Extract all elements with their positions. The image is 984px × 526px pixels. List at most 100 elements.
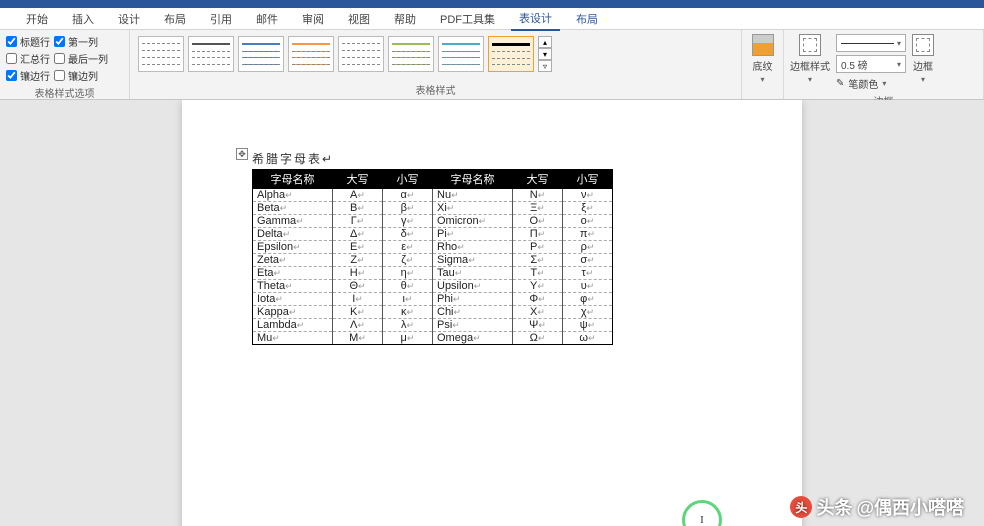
- table-cell[interactable]: π↵: [563, 228, 613, 241]
- border-line-style[interactable]: ▾: [836, 34, 906, 52]
- pen-color[interactable]: ✎ 笔颜色 ▾: [836, 76, 906, 91]
- opt-banded-col[interactable]: 镶边列: [54, 68, 108, 83]
- table-cell[interactable]: υ↵: [563, 280, 613, 293]
- tab-view[interactable]: 视图: [340, 8, 378, 30]
- table-cell[interactable]: Xi↵: [433, 202, 513, 215]
- table-cell[interactable]: Τ↵: [513, 267, 563, 280]
- table-cell[interactable]: θ↵: [383, 280, 433, 293]
- table-cell[interactable]: ρ↵: [563, 241, 613, 254]
- tab-table-layout[interactable]: 布局: [568, 8, 606, 30]
- table-cell[interactable]: Η↵: [333, 267, 383, 280]
- table-cell[interactable]: Tau↵: [433, 267, 513, 280]
- table-cell[interactable]: Ι↵: [333, 293, 383, 306]
- table-cell[interactable]: Λ↵: [333, 319, 383, 332]
- table-style-4[interactable]: [288, 36, 334, 72]
- greek-table[interactable]: 字母名称大写小写字母名称大写小写 Alpha↵Α↵α↵Nu↵Ν↵ν↵Beta↵Β…: [252, 169, 613, 345]
- table-cell[interactable]: Ζ↵: [333, 254, 383, 267]
- table-cell[interactable]: Psi↵: [433, 319, 513, 332]
- table-cell[interactable]: φ↵: [563, 293, 613, 306]
- table-row[interactable]: Kappa↵Κ↵κ↵Chi↵Χ↵χ↵: [253, 306, 613, 319]
- table-cell[interactable]: ν↵: [563, 189, 613, 202]
- table-cell[interactable]: Ρ↵: [513, 241, 563, 254]
- table-cell[interactable]: Upsilon↵: [433, 280, 513, 293]
- tab-table-design[interactable]: 表设计: [511, 7, 560, 31]
- table-cell[interactable]: α↵: [383, 189, 433, 202]
- table-cell[interactable]: Kappa↵: [253, 306, 333, 319]
- styles-more[interactable]: ▿: [538, 60, 552, 72]
- table-cell[interactable]: Κ↵: [333, 306, 383, 319]
- table-cell[interactable]: Zeta↵: [253, 254, 333, 267]
- tab-pdf[interactable]: PDF工具集: [432, 8, 503, 30]
- table-cell[interactable]: δ↵: [383, 228, 433, 241]
- table-cell[interactable]: ε↵: [383, 241, 433, 254]
- table-cell[interactable]: Ξ↵: [513, 202, 563, 215]
- table-row[interactable]: Epsilon↵Ε↵ε↵Rho↵Ρ↵ρ↵: [253, 241, 613, 254]
- table-cell[interactable]: ζ↵: [383, 254, 433, 267]
- table-cell[interactable]: ω↵: [563, 332, 613, 345]
- table-cell[interactable]: κ↵: [383, 306, 433, 319]
- table-cell[interactable]: Pi↵: [433, 228, 513, 241]
- table-cell[interactable]: Delta↵: [253, 228, 333, 241]
- table-cell[interactable]: η↵: [383, 267, 433, 280]
- table-row[interactable]: Iota↵Ι↵ι↵Phi↵Φ↵φ↵: [253, 293, 613, 306]
- table-style-1[interactable]: [138, 36, 184, 72]
- tab-layout[interactable]: 布局: [156, 8, 194, 30]
- table-cell[interactable]: Nu↵: [433, 189, 513, 202]
- table-cell[interactable]: Iota↵: [253, 293, 333, 306]
- styles-scroll-up[interactable]: ▴: [538, 36, 552, 48]
- table-row[interactable]: Zeta↵Ζ↵ζ↵Sigma↵Σ↵σ↵: [253, 254, 613, 267]
- table-cell[interactable]: Θ↵: [333, 280, 383, 293]
- document-canvas[interactable]: ✥ 希腊字母表↵ 字母名称大写小写字母名称大写小写 Alpha↵Α↵α↵Nu↵Ν…: [0, 100, 984, 526]
- table-cell[interactable]: Chi↵: [433, 306, 513, 319]
- table-cell[interactable]: σ↵: [563, 254, 613, 267]
- table-row[interactable]: Mu↵Μ↵μ↵Omega↵Ω↵ω↵: [253, 332, 613, 345]
- table-cell[interactable]: τ↵: [563, 267, 613, 280]
- table-style-5[interactable]: [338, 36, 384, 72]
- table-cell[interactable]: Β↵: [333, 202, 383, 215]
- table-row[interactable]: Gamma↵Γ↵γ↵Omicron↵Ο↵ο↵: [253, 215, 613, 228]
- table-cell[interactable]: Rho↵: [433, 241, 513, 254]
- table-cell[interactable]: Sigma↵: [433, 254, 513, 267]
- page[interactable]: ✥ 希腊字母表↵ 字母名称大写小写字母名称大写小写 Alpha↵Α↵α↵Nu↵Ν…: [182, 100, 802, 526]
- table-cell[interactable]: Beta↵: [253, 202, 333, 215]
- table-cell[interactable]: λ↵: [383, 319, 433, 332]
- table-cell[interactable]: Ο↵: [513, 215, 563, 228]
- shading-dropdown-icon[interactable]: ▾: [760, 75, 764, 84]
- table-row[interactable]: Theta↵Θ↵θ↵Upsilon↵Υ↵υ↵: [253, 280, 613, 293]
- table-cell[interactable]: Σ↵: [513, 254, 563, 267]
- table-cell[interactable]: Φ↵: [513, 293, 563, 306]
- table-cell[interactable]: μ↵: [383, 332, 433, 345]
- table-style-6[interactable]: [388, 36, 434, 72]
- table-cell[interactable]: γ↵: [383, 215, 433, 228]
- tab-design[interactable]: 设计: [110, 8, 148, 30]
- tab-help[interactable]: 帮助: [386, 8, 424, 30]
- table-style-7[interactable]: [438, 36, 484, 72]
- table-cell[interactable]: Α↵: [333, 189, 383, 202]
- table-cell[interactable]: Alpha↵: [253, 189, 333, 202]
- tab-mailings[interactable]: 邮件: [248, 8, 286, 30]
- opt-banded-row[interactable]: 镶边行: [6, 68, 50, 83]
- table-cell[interactable]: Eta↵: [253, 267, 333, 280]
- table-cell[interactable]: Lambda↵: [253, 319, 333, 332]
- shading-icon[interactable]: [752, 34, 774, 56]
- table-move-handle[interactable]: ✥: [236, 148, 248, 160]
- table-cell[interactable]: Theta↵: [253, 280, 333, 293]
- opt-last-col[interactable]: 最后一列: [54, 51, 108, 66]
- table-style-selected[interactable]: [488, 36, 534, 72]
- table-style-2[interactable]: [188, 36, 234, 72]
- opt-header-row[interactable]: 标题行: [6, 34, 50, 49]
- table-cell[interactable]: Ε↵: [333, 241, 383, 254]
- table-cell[interactable]: Mu↵: [253, 332, 333, 345]
- table-cell[interactable]: Ω↵: [513, 332, 563, 345]
- border-width[interactable]: 0.5 磅▾: [836, 55, 906, 73]
- opt-first-col[interactable]: 第一列: [54, 34, 108, 49]
- styles-scroll-down[interactable]: ▾: [538, 48, 552, 60]
- tab-review[interactable]: 审阅: [294, 8, 332, 30]
- table-cell[interactable]: ψ↵: [563, 319, 613, 332]
- table-cell[interactable]: Gamma↵: [253, 215, 333, 228]
- tab-insert[interactable]: 插入: [64, 8, 102, 30]
- tab-start[interactable]: 开始: [18, 8, 56, 30]
- table-cell[interactable]: Δ↵: [333, 228, 383, 241]
- borders-button[interactable]: 边框 ▾: [912, 34, 934, 84]
- table-cell[interactable]: ι↵: [383, 293, 433, 306]
